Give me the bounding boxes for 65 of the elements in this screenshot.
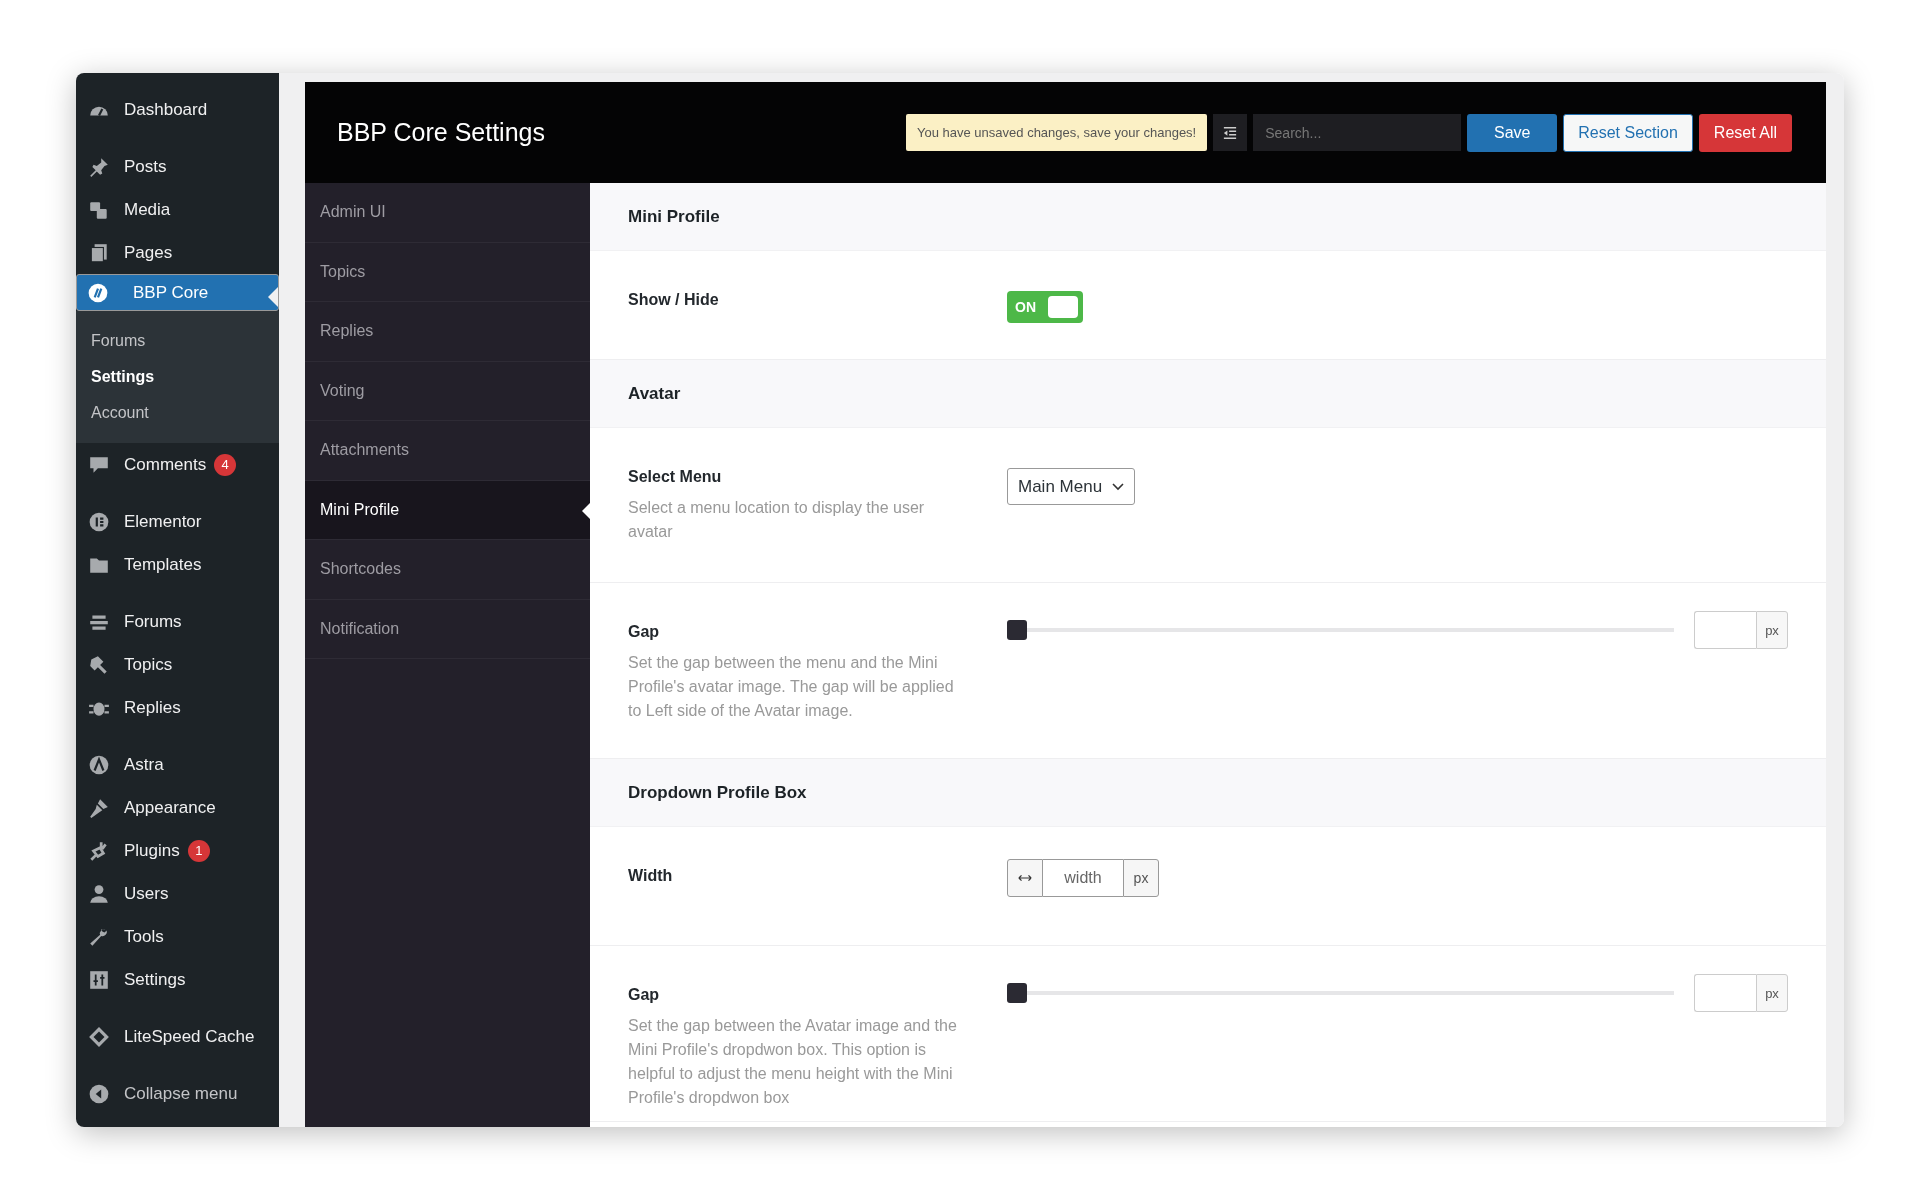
field-description: Select a menu location to display the user avatar (628, 498, 926, 542)
menu-item[interactable]: Settings (76, 958, 279, 1001)
search-field[interactable]: Search... (1253, 114, 1462, 151)
menu-item[interactable]: Replies (76, 686, 279, 729)
pin-icon (88, 155, 110, 178)
field-description: Set the gap between the Avatar image and the Mini Profile's dropdwon box. This option is helpful to adjust the menu height with the Mini Profile's dropdwon box (628, 1016, 958, 1108)
menu-item[interactable]: Dashboard (76, 88, 279, 131)
menu-item[interactable]: LiteSpeed Cache (76, 1015, 279, 1058)
submenu-item[interactable]: Forums (91, 323, 279, 359)
collapse-menu-button[interactable]: Collapse menu (76, 1072, 279, 1115)
menu-item[interactable]: Users (76, 872, 279, 915)
left-arrow-circle-icon (88, 1082, 110, 1105)
menu-item[interactable]: Plugins 1 (76, 829, 279, 872)
unit-label: px (1756, 974, 1788, 1012)
unit-label: px (1756, 611, 1788, 649)
menu-item[interactable]: Appearance (76, 786, 279, 829)
circle-logo-icon (87, 281, 109, 304)
reset-all-button[interactable]: Reset All (1698, 113, 1792, 152)
indent-icon (1223, 125, 1238, 140)
count-badge: 1 (187, 839, 210, 862)
diamond-icon (88, 1025, 110, 1048)
menu-item[interactable]: Topics (76, 643, 279, 686)
save-button[interactable]: Save (1467, 113, 1558, 152)
unsaved-notice: You have unsaved changes, save your changes! (906, 114, 1208, 151)
count-badge: 4 (214, 453, 237, 476)
chevron-down-icon (1112, 482, 1125, 491)
submenu-item[interactable]: Settings (91, 359, 279, 395)
section-title: Avatar (628, 383, 681, 404)
menu-item[interactable]: Pages (76, 231, 279, 274)
menu-item[interactable]: Astra (76, 743, 279, 786)
width-field[interactable]: width (1043, 859, 1123, 897)
section-title: Mini Profile (628, 206, 720, 227)
menu-item[interactable]: Tools (76, 915, 279, 958)
circle-logo-icon (88, 510, 110, 533)
sliders-icon (88, 968, 110, 991)
number-field[interactable] (1694, 611, 1756, 649)
slider-thumb[interactable] (1007, 620, 1027, 640)
menu-item[interactable]: Comments 4 (76, 443, 279, 486)
field-label: Select Menu (628, 468, 723, 486)
section-title: Dropdown Profile Box (628, 782, 807, 803)
page-title: BBP Core Settings (337, 118, 545, 147)
field-label: Show / Hide (628, 291, 720, 309)
field-label: Gap (628, 986, 661, 1004)
menu-item[interactable]: Media (76, 188, 279, 231)
number-field[interactable] (1694, 974, 1756, 1012)
hammer-icon (88, 653, 110, 676)
menu-item[interactable]: Elementor (76, 500, 279, 543)
expand-toggle-button[interactable] (1213, 114, 1248, 151)
unit-label: px (1123, 859, 1159, 897)
circle-logo-icon (88, 753, 110, 776)
menu-dropdown[interactable]: Main Menu (1007, 468, 1136, 505)
menu-item[interactable]: BBP Core (76, 274, 279, 311)
reset-section-button[interactable]: Reset Section (1563, 113, 1693, 152)
user-icon (88, 882, 110, 905)
menu-item[interactable]: Forums (76, 600, 279, 643)
horizontal-arrows-icon (1018, 874, 1032, 882)
slider-thumb[interactable] (1007, 983, 1027, 1003)
menu-item[interactable]: Posts (76, 145, 279, 188)
field-description: Set the gap between the menu and the Mini Profile's avatar image. The gap will be applied to Left side of the Avatar image. (628, 653, 955, 721)
submenu-item[interactable]: Account (91, 395, 279, 431)
field-label: Gap (628, 623, 661, 641)
menu-item[interactable]: Templates (76, 543, 279, 586)
nav-item[interactable]: Mini Profile (305, 480, 590, 540)
field-label: Width (628, 867, 674, 885)
pages-icon (88, 241, 110, 264)
